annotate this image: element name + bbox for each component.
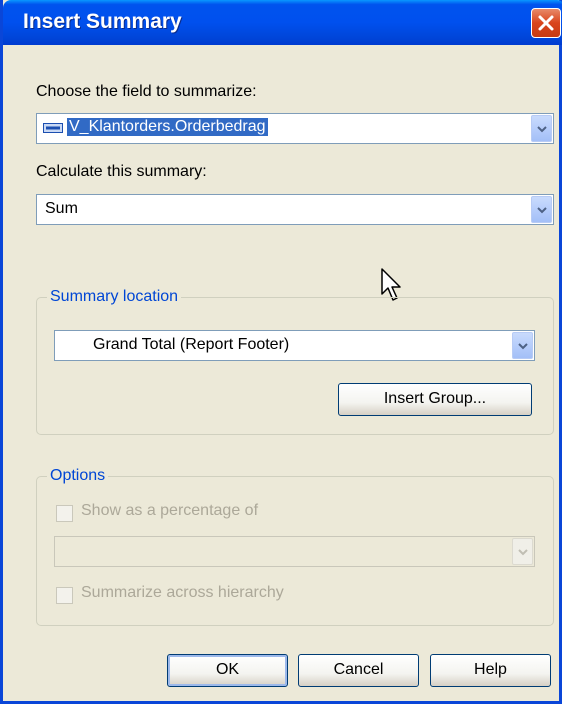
cancel-button[interactable]: Cancel — [298, 654, 419, 687]
calc-select[interactable]: Sum — [36, 194, 554, 225]
hierarchy-checkbox[interactable] — [56, 587, 73, 604]
options-legend: Options — [47, 467, 109, 485]
field-select-value: V_Klantorders.Orderbedrag — [67, 118, 268, 136]
field-dropdown-button[interactable] — [531, 115, 552, 142]
ok-button[interactable]: OK — [167, 654, 288, 687]
field-label: Choose the field to summarize: — [36, 83, 257, 100]
close-icon — [538, 15, 554, 31]
percentage-checkbox[interactable] — [56, 505, 73, 522]
percentage-dropdown-button[interactable] — [512, 538, 533, 565]
calc-select-value: Sum — [45, 200, 78, 217]
chevron-down-icon — [518, 549, 528, 556]
percentage-label: Show as a percentage of — [81, 502, 259, 519]
calc-dropdown-button[interactable] — [531, 196, 552, 223]
field-icon — [43, 123, 63, 133]
insert-group-button[interactable]: Insert Group... — [338, 383, 532, 416]
help-button[interactable]: Help — [430, 654, 551, 687]
dialog-title: Insert Summary — [23, 10, 182, 33]
calc-label: Calculate this summary: — [36, 163, 207, 180]
chevron-down-icon — [518, 343, 528, 350]
location-select-value: Grand Total (Report Footer) — [93, 336, 290, 353]
chevron-down-icon — [537, 207, 547, 214]
chevron-down-icon — [537, 126, 547, 133]
location-select[interactable]: Grand Total (Report Footer) — [54, 330, 535, 361]
title-bar[interactable]: Insert Summary — [3, 0, 562, 45]
location-dropdown-button[interactable] — [512, 332, 533, 359]
hierarchy-label: Summarize across hierarchy — [81, 584, 284, 601]
close-button[interactable] — [531, 8, 561, 38]
summary-location-legend: Summary location — [47, 288, 182, 306]
field-select[interactable]: V_Klantorders.Orderbedrag — [36, 113, 554, 144]
insert-summary-dialog: Insert Summary Choose the field to summa… — [0, 0, 562, 704]
percentage-select[interactable] — [54, 536, 535, 567]
